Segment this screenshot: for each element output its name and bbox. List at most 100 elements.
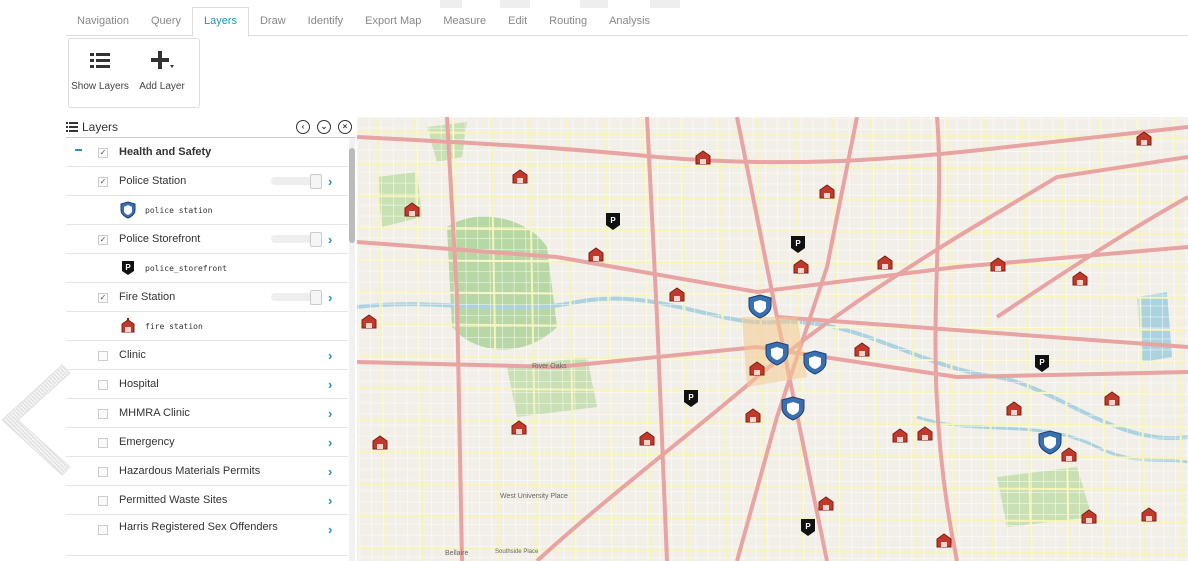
layer-checkbox[interactable] xyxy=(98,351,108,361)
slider-handle[interactable] xyxy=(310,174,322,189)
layers-panel-header: Layers ‹ ⌄ × xyxy=(66,117,356,138)
map-canvas[interactable]: River Oaks West University Place Bellair… xyxy=(357,117,1188,561)
layer-label: Police Station xyxy=(119,175,187,187)
layer-checkbox[interactable] xyxy=(98,525,108,535)
place-label: Bellaire xyxy=(445,550,468,557)
layer-checkbox[interactable]: ✓ xyxy=(98,148,108,158)
layer-label: Health and Safety xyxy=(119,146,212,158)
chevron-right-icon[interactable]: › xyxy=(328,174,332,189)
add-layer-button[interactable]: Add Layer xyxy=(131,39,193,107)
legend-item: fire station xyxy=(66,312,348,341)
tab-query[interactable]: Query xyxy=(140,8,192,35)
layer-item[interactable]: ✓ Police Station › xyxy=(66,167,348,196)
svg-text:P: P xyxy=(805,522,811,531)
layer-checkbox[interactable] xyxy=(98,380,108,390)
collapse-left-icon[interactable]: ‹ xyxy=(296,120,310,134)
list-icon xyxy=(90,53,110,68)
legend-item: police station xyxy=(66,196,348,225)
show-layers-label: Show Layers xyxy=(71,81,129,92)
place-label: River Oaks xyxy=(532,363,567,370)
tab-layers[interactable]: Layers xyxy=(191,7,249,37)
layer-list-scrollbar[interactable] xyxy=(349,138,355,561)
tab-analysis[interactable]: Analysis xyxy=(598,8,661,35)
svg-text:P: P xyxy=(125,263,131,272)
layer-item[interactable]: Permitted Waste Sites › xyxy=(66,486,348,515)
water-area xyxy=(1137,292,1172,362)
layer-item[interactable]: ✓ Fire Station › xyxy=(66,283,348,312)
layer-item[interactable]: Clinic › xyxy=(66,341,348,370)
tab-routing[interactable]: Routing xyxy=(538,8,598,35)
tab-measure[interactable]: Measure xyxy=(432,8,497,35)
chevron-right-icon[interactable]: › xyxy=(328,348,332,363)
layers-toolbar: Show Layers Add Layer xyxy=(68,38,200,108)
legend-label: police station xyxy=(145,205,213,215)
layer-item[interactable]: Hospital › xyxy=(66,370,348,399)
chevron-right-icon[interactable]: › xyxy=(328,464,332,479)
layer-checkbox[interactable]: ✓ xyxy=(98,235,108,245)
layer-label: Permitted Waste Sites xyxy=(119,494,228,506)
chevron-right-icon[interactable]: › xyxy=(328,435,332,450)
chevron-right-icon[interactable]: › xyxy=(328,290,332,305)
fire-station-icon xyxy=(119,317,137,335)
svg-text:P: P xyxy=(1039,358,1045,367)
place-label: West University Place xyxy=(500,493,568,500)
tab-draw[interactable]: Draw xyxy=(249,8,297,35)
layer-label: Police Storefront xyxy=(119,233,201,245)
panel-title: Layers xyxy=(82,120,119,134)
police-shield-icon xyxy=(119,201,137,219)
chevron-right-icon[interactable]: › xyxy=(328,406,332,421)
layer-list: ✓ Health and Safety ✓ Police Station › police… xyxy=(66,138,348,561)
tab-navigation[interactable]: Navigation xyxy=(66,8,140,35)
map-view[interactable]: River Oaks West University Place Bellair… xyxy=(357,117,1188,561)
layer-label: Harris Registered Sex Offenders xyxy=(119,521,278,533)
opacity-slider[interactable] xyxy=(271,290,322,305)
layer-label: Clinic xyxy=(119,349,146,361)
layer-item[interactable]: Harris Registered Sex Offenders › xyxy=(66,515,348,556)
layers-panel: Layers ‹ ⌄ × ✓ Health and Safety ✓ Police S… xyxy=(66,117,356,561)
chevron-right-icon[interactable]: › xyxy=(328,493,332,508)
back-chevron-decoration xyxy=(1,364,70,476)
list-icon xyxy=(66,122,78,132)
layer-checkbox[interactable]: ✓ xyxy=(98,293,108,303)
layer-checkbox[interactable]: ✓ xyxy=(98,177,108,187)
layer-item[interactable]: MHMRA Clinic › xyxy=(66,399,348,428)
show-layers-button[interactable]: Show Layers xyxy=(69,39,131,107)
tab-export-map[interactable]: Export Map xyxy=(354,8,432,35)
slider-handle[interactable] xyxy=(310,232,322,247)
chevron-right-icon[interactable]: › xyxy=(328,232,332,247)
layer-label: Emergency xyxy=(119,436,175,448)
tab-edit[interactable]: Edit xyxy=(497,8,538,35)
collapse-down-icon[interactable]: ⌄ xyxy=(317,120,331,134)
layer-label: Hazardous Materials Permits xyxy=(119,465,261,477)
layer-checkbox[interactable] xyxy=(98,496,108,506)
close-icon[interactable]: × xyxy=(338,120,352,134)
chevron-right-icon[interactable]: › xyxy=(328,377,332,392)
collapse-minus-icon[interactable] xyxy=(75,149,82,151)
layer-item[interactable]: Emergency › xyxy=(66,428,348,457)
tab-bar: Navigation Query Layers Draw Identify Export … xyxy=(66,7,1188,37)
police-storefront-icon: P xyxy=(119,259,137,277)
layer-checkbox[interactable] xyxy=(98,438,108,448)
layer-label: Fire Station xyxy=(119,291,176,303)
tab-identify[interactable]: Identify xyxy=(297,8,354,35)
chevron-right-icon[interactable]: › xyxy=(328,522,332,537)
legend-label: police_storefront xyxy=(145,263,227,273)
layer-checkbox[interactable] xyxy=(98,467,108,477)
svg-text:P: P xyxy=(610,216,616,225)
legend-item: Ppolice_storefront xyxy=(66,254,348,283)
scrollbar-thumb[interactable] xyxy=(349,148,355,243)
layer-item[interactable]: ✓ Police Storefront › xyxy=(66,225,348,254)
layer-item[interactable]: Hazardous Materials Permits › xyxy=(66,457,348,486)
svg-text:P: P xyxy=(688,393,694,402)
opacity-slider[interactable] xyxy=(271,232,322,247)
layer-group[interactable]: ✓ Health and Safety xyxy=(66,138,348,167)
place-label: Southside Place xyxy=(495,549,539,555)
layer-label: MHMRA Clinic xyxy=(119,407,190,419)
opacity-slider[interactable] xyxy=(271,174,322,189)
park-area xyxy=(997,467,1092,527)
add-layer-label: Add Layer xyxy=(139,81,185,92)
svg-text:P: P xyxy=(795,239,801,248)
slider-handle[interactable] xyxy=(310,290,322,305)
layer-checkbox[interactable] xyxy=(98,409,108,419)
plus-dropdown-icon xyxy=(151,51,174,69)
